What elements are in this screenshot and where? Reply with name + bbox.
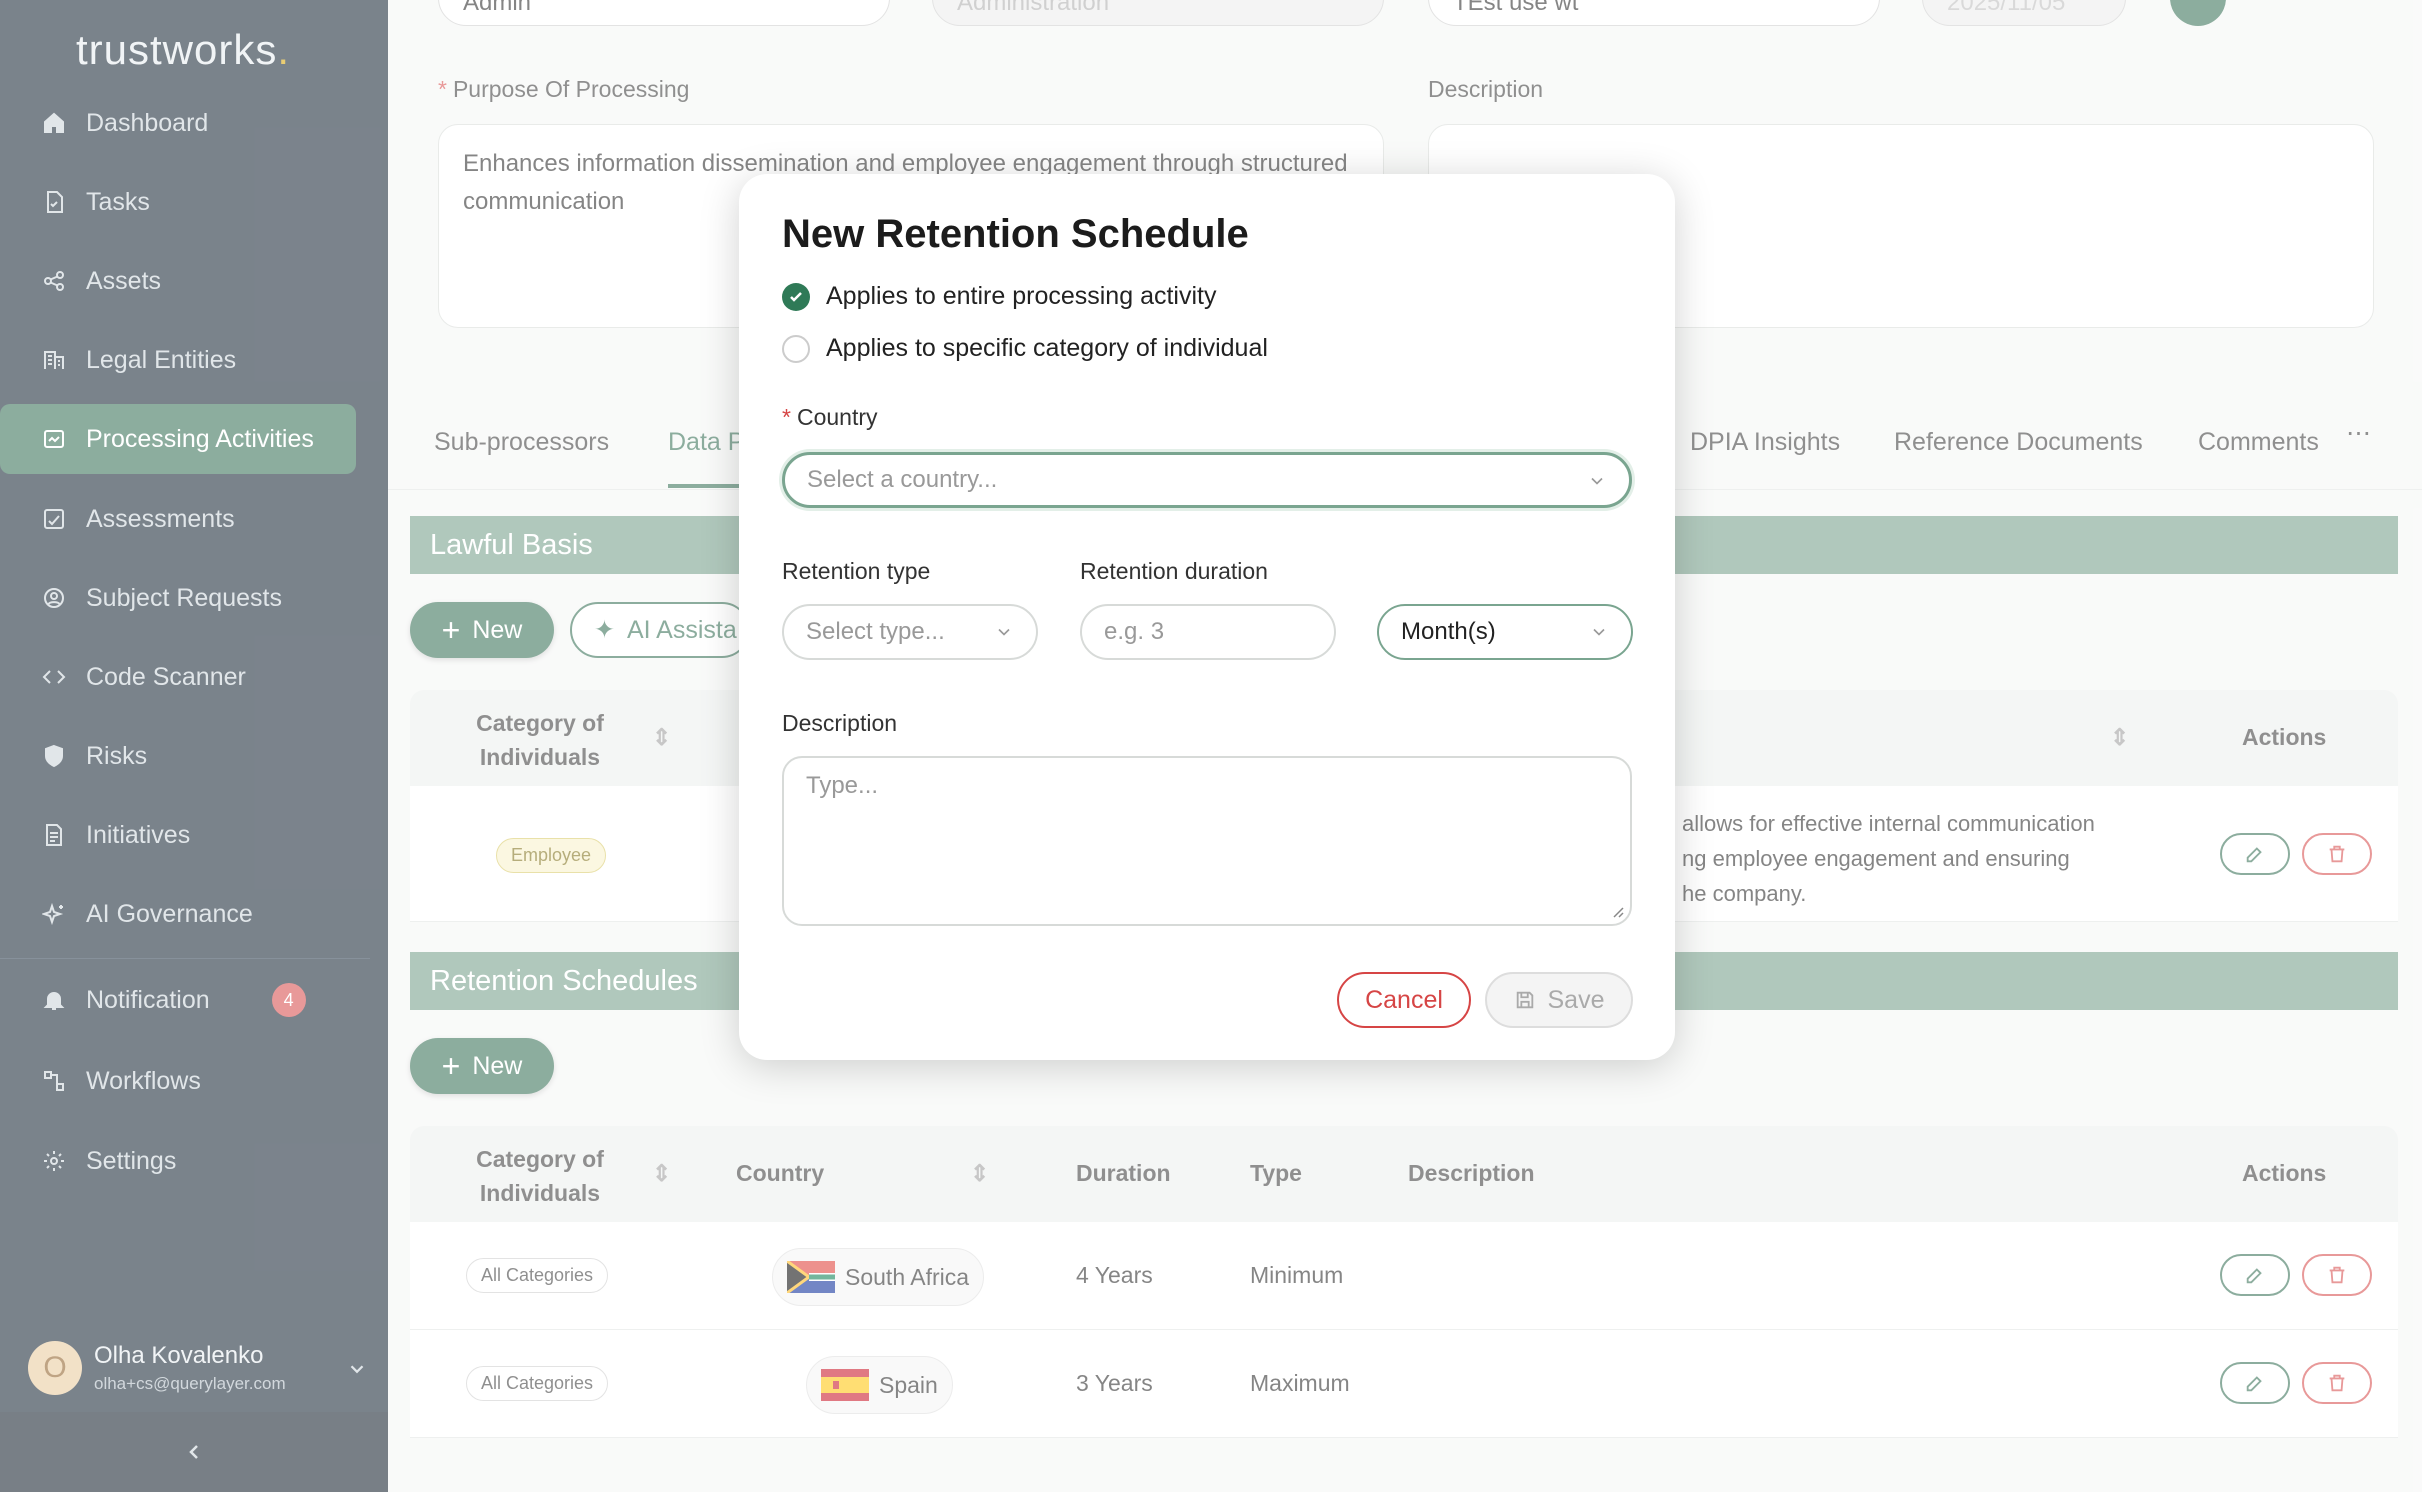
new-retention-schedule-modal: New Retention Schedule Applies to entire… xyxy=(739,174,1675,1060)
retention-type-placeholder: Select type... xyxy=(806,618,945,645)
country-placeholder: Select a country... xyxy=(807,466,998,493)
chevron-down-icon xyxy=(998,628,1010,636)
description-placeholder: Type... xyxy=(806,772,879,799)
radio-unselected-icon[interactable] xyxy=(782,334,810,363)
chevron-down-icon xyxy=(1593,628,1605,636)
save-button[interactable]: Save xyxy=(1485,972,1633,1028)
save-label: Save xyxy=(1547,985,1605,1014)
option-specific-category[interactable]: Applies to specific category of individu… xyxy=(782,334,1268,363)
retention-duration-input[interactable]: e.g. 3 xyxy=(1080,604,1336,660)
duration-unit-select[interactable]: Month(s) xyxy=(1377,604,1633,660)
country-label: * Country xyxy=(782,404,878,430)
chevron-down-icon xyxy=(1591,477,1603,485)
radio-selected-icon[interactable] xyxy=(782,282,810,311)
resize-handle-icon[interactable] xyxy=(1610,904,1624,918)
country-label-text: Country xyxy=(796,404,878,430)
option-entire-activity[interactable]: Applies to entire processing activity xyxy=(782,282,1216,311)
modal-title: New Retention Schedule xyxy=(782,212,1249,256)
cancel-button[interactable]: Cancel xyxy=(1337,972,1471,1028)
modal-description-label: Description xyxy=(782,710,898,736)
retention-duration-placeholder: e.g. 3 xyxy=(1104,618,1165,645)
save-disk-icon xyxy=(1516,991,1533,1009)
retention-type-select[interactable]: Select type... xyxy=(782,604,1038,660)
option-specific-label: Applies to specific category of individu… xyxy=(826,334,1268,362)
retention-type-label: Retention type xyxy=(782,558,931,584)
country-select[interactable]: Select a country... xyxy=(782,452,1632,508)
modal-description-textarea[interactable]: Type... xyxy=(782,756,1632,926)
duration-unit-value: Month(s) xyxy=(1401,618,1496,645)
option-entire-label: Applies to entire processing activity xyxy=(826,282,1217,310)
check-icon xyxy=(790,291,802,302)
retention-duration-label: Retention duration xyxy=(1080,558,1268,584)
